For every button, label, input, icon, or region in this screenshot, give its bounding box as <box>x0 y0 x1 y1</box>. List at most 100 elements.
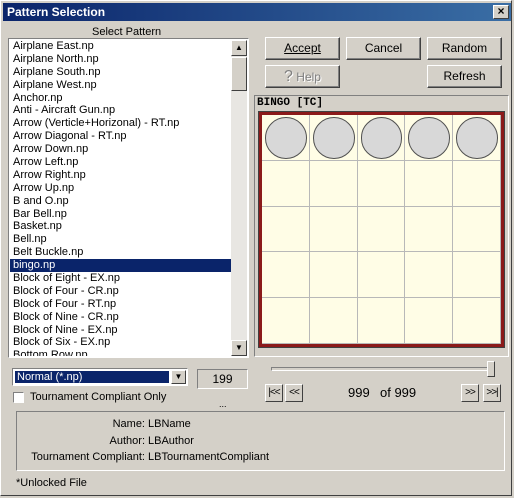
info-panel: Name: LBName Author: LBAuthor Tournament… <box>16 411 505 471</box>
prev-icon: << <box>289 387 300 398</box>
random-button[interactable]: Random <box>427 37 502 60</box>
scroll-thumb[interactable] <box>231 57 247 91</box>
pattern-list-item[interactable]: Anti - Aircraft Gun.np <box>10 104 231 117</box>
grid-cell[interactable] <box>405 160 454 207</box>
pattern-list-item[interactable]: Airplane South.np <box>10 66 231 79</box>
file-filter-value: Normal (*.np) <box>15 371 169 383</box>
status-text: *Unlocked File <box>16 477 87 489</box>
arrow-down-icon: ▼ <box>235 343 243 352</box>
close-icon: × <box>497 4 505 18</box>
grid-cell[interactable] <box>309 252 358 299</box>
grid-cell[interactable] <box>357 206 406 253</box>
pattern-list-item[interactable]: Belt Buckle.np <box>10 246 231 259</box>
grid-cell[interactable] <box>453 298 501 344</box>
daub-marker <box>265 117 307 159</box>
pattern-list-item[interactable]: bingo.np <box>10 259 231 273</box>
grid-cell[interactable] <box>405 298 454 344</box>
grid-cell[interactable] <box>262 206 310 253</box>
grid-cell[interactable] <box>262 252 310 299</box>
next-button[interactable]: >> <box>461 384 479 402</box>
daub-marker <box>408 117 451 159</box>
tournament-compliant-info-label: Tournament Compliant: <box>31 451 145 463</box>
pattern-list-item[interactable]: Bar Bell.np <box>10 208 231 221</box>
grid-cell[interactable] <box>405 252 454 299</box>
cancel-button[interactable]: Cancel <box>346 37 421 60</box>
author-value: LBAuthor <box>148 435 194 447</box>
grid-cell[interactable] <box>357 160 406 207</box>
tournament-compliant-label[interactable]: Tournament Compliant Only <box>30 391 166 403</box>
pattern-list-item[interactable]: Block of Eight - EX.np <box>10 272 231 285</box>
name-value: LBName <box>148 418 191 430</box>
pattern-grid[interactable] <box>262 115 501 344</box>
name-label: Name: <box>112 418 145 430</box>
arrow-up-icon: ▲ <box>235 43 243 52</box>
pattern-list-items[interactable]: Airplane East.np Airplane North.np Airplan… <box>10 40 231 356</box>
help-label: Help <box>296 70 321 84</box>
prev-button[interactable]: << <box>285 384 303 402</box>
random-label: Random <box>441 41 488 55</box>
pattern-list-item[interactable]: Airplane West.np <box>10 79 231 92</box>
pattern-list-item[interactable]: Bottom Row.np <box>10 349 231 356</box>
grid-cell[interactable] <box>453 206 501 253</box>
pattern-list-item[interactable]: Bell.np <box>10 233 231 246</box>
help-button[interactable]: ? Help <box>265 65 340 88</box>
pattern-list-item[interactable]: Block of Four - CR.np <box>10 285 231 298</box>
grid-cell[interactable] <box>357 252 406 299</box>
daub-marker <box>360 117 403 159</box>
pattern-slider-track[interactable] <box>271 367 493 371</box>
daub-marker <box>456 117 498 159</box>
grid-cell[interactable] <box>309 160 358 207</box>
file-filter-select[interactable]: Normal (*.np) ▼ <box>12 368 188 386</box>
tournament-compliant-value: LBTournamentCompliant <box>148 451 270 463</box>
pattern-list-item[interactable]: B and O.np <box>10 195 231 208</box>
pattern-list-item[interactable]: Anchor.np <box>10 92 231 105</box>
scroll-up-button[interactable]: ▲ <box>231 40 247 56</box>
pattern-list-item[interactable]: Arrow Up.np <box>10 182 231 195</box>
accept-label: Accept <box>284 41 321 55</box>
pattern-list[interactable]: Airplane East.np Airplane North.np Airplan… <box>8 38 249 358</box>
pattern-list-item[interactable]: Airplane East.np <box>10 40 231 53</box>
chevron-down-icon: ▼ <box>174 372 183 381</box>
pattern-list-item[interactable]: Block of Four - RT.np <box>10 298 231 311</box>
first-icon: |<< <box>268 387 280 398</box>
dropdown-button[interactable]: ▼ <box>171 370 186 384</box>
last-button[interactable]: >>| <box>483 384 501 402</box>
grid-cell[interactable] <box>262 160 310 207</box>
pattern-list-item[interactable]: Block of Nine - EX.np <box>10 324 231 337</box>
cancel-label: Cancel <box>364 41 403 55</box>
pattern-list-item[interactable]: Arrow Left.np <box>10 156 231 169</box>
pattern-total: of 999 <box>380 385 417 400</box>
pattern-card <box>258 111 505 348</box>
pattern-list-item[interactable]: Arrow Diagonal - RT.np <box>10 130 231 143</box>
pattern-list-item[interactable]: Arrow (Verticle+Horizonal) - RT.np <box>10 117 231 130</box>
grid-cell[interactable] <box>453 252 501 299</box>
first-button[interactable]: |<< <box>265 384 283 402</box>
grid-cell[interactable] <box>309 298 358 344</box>
refresh-button[interactable]: Refresh <box>427 65 502 88</box>
tournament-compliant-checkbox[interactable] <box>13 392 24 403</box>
scroll-down-button[interactable]: ▼ <box>231 340 247 356</box>
help-icon: ? <box>284 68 293 85</box>
select-pattern-label: Select Pattern <box>92 26 162 38</box>
next-icon: >> <box>465 387 476 398</box>
pattern-list-item[interactable]: Arrow Right.np <box>10 169 231 182</box>
accept-button[interactable]: Accept <box>265 37 340 60</box>
pattern-slider-thumb[interactable] <box>487 361 495 377</box>
pattern-list-item[interactable]: Block of Nine - CR.np <box>10 311 231 324</box>
pattern-list-item[interactable]: Basket.np <box>10 220 231 233</box>
close-button[interactable]: × <box>493 5 509 19</box>
grid-cell[interactable] <box>405 206 454 253</box>
grid-cell[interactable] <box>357 298 406 344</box>
pattern-count: 199 <box>197 369 248 389</box>
pattern-list-item[interactable]: Arrow Down.np <box>10 143 231 156</box>
pattern-list-item[interactable]: Block of Six - EX.np <box>10 336 231 349</box>
title-bar[interactable]: Pattern Selection × <box>3 3 511 21</box>
grid-cell[interactable] <box>262 298 310 344</box>
refresh-label: Refresh <box>443 69 486 83</box>
grid-cell[interactable] <box>453 160 501 207</box>
list-scrollbar[interactable]: ▲ ▼ <box>231 40 247 356</box>
pattern-list-item[interactable]: Airplane North.np <box>10 53 231 66</box>
more-ellipsis: ... <box>219 399 227 409</box>
pattern-position: 999 <box>348 385 370 400</box>
grid-cell[interactable] <box>309 206 358 253</box>
